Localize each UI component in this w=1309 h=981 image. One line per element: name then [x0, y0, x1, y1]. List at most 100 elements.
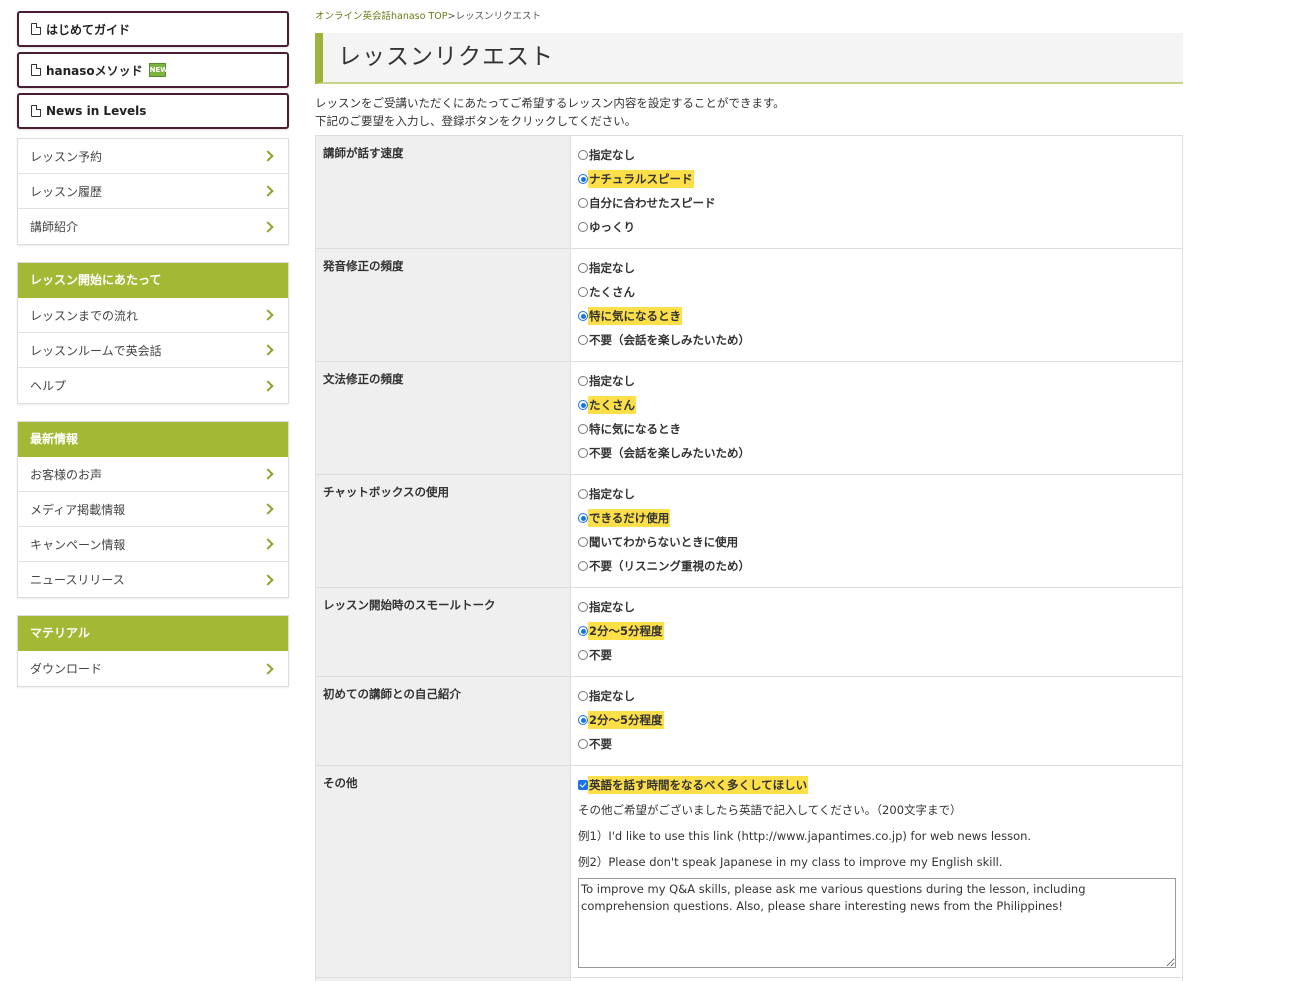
- radio-button[interactable]: [578, 448, 588, 458]
- sidebar-item-lesson-history[interactable]: レッスン履歴: [18, 174, 288, 209]
- guide-button-method[interactable]: hanasoメソッド NEW: [17, 52, 289, 88]
- lesson-request-form: 講師が話す速度 指定なし ナチュラルスピード 自分に合わせたスピード ゆっくり 発音修正の…: [315, 135, 1183, 981]
- radio-button-selected[interactable]: [578, 513, 588, 523]
- sidebar-group-getting-started: レッスン開始にあたって レッスンまでの流れ レッスンルームで英会話 ヘルプ: [17, 262, 289, 404]
- radio-option[interactable]: 指定なし: [578, 369, 1176, 393]
- radio-button[interactable]: [578, 561, 588, 571]
- checkbox-checked[interactable]: [578, 780, 588, 790]
- form-row-label: チャットボックスの使用: [315, 474, 571, 588]
- form-row-fields: 指定なしできるだけ使用 聞いてわからないときに使用 不要（リスニング重視のため）: [570, 474, 1183, 588]
- form-row-fields: 指定なしナチュラルスピード自分に合わせたスピードゆっくり: [570, 135, 1183, 249]
- radio-label: ゆっくり: [589, 220, 635, 234]
- radio-button[interactable]: [578, 335, 588, 345]
- radio-option[interactable]: 自分に合わせたスピード: [578, 191, 1176, 215]
- radio-option[interactable]: できるだけ使用: [578, 506, 1176, 530]
- sidebar-item-help[interactable]: ヘルプ: [18, 368, 288, 403]
- form-row-label: 講師が話す速度: [315, 135, 571, 249]
- sidebar-group-title: マテリアル: [18, 616, 288, 651]
- chevron-right-icon: [262, 309, 274, 321]
- sidebar-item-label: レッスン予約: [30, 149, 103, 164]
- sidebar-item-media[interactable]: メディア掲載情報: [18, 492, 288, 527]
- radio-button-selected[interactable]: [578, 311, 588, 321]
- guide-button-news-in-levels[interactable]: News in Levels: [17, 93, 289, 129]
- radio-label: ナチュラルスピード: [588, 170, 694, 188]
- radio-label: 指定なし: [589, 487, 635, 501]
- checkbox-option[interactable]: 英語を話す時間をなるべく多くしてほしい: [578, 773, 1176, 797]
- radio-option[interactable]: 指定なし: [578, 256, 1176, 280]
- breadcrumb-home-link[interactable]: オンライン英会話hanaso TOP: [315, 11, 447, 22]
- radio-button-selected[interactable]: [578, 626, 588, 636]
- guide-button-hajimete[interactable]: はじめてガイド: [17, 11, 289, 47]
- radio-button[interactable]: [578, 376, 588, 386]
- sidebar-group-news: 最新情報 お客様のお声 メディア掲載情報 キャンペーン情報 ニュースリリース: [17, 421, 289, 598]
- sidebar-item-lesson-room[interactable]: レッスンルームで英会話: [18, 333, 288, 368]
- radio-option[interactable]: 2分〜5分程度: [578, 619, 1176, 643]
- radio-button[interactable]: [578, 739, 588, 749]
- chevron-right-icon: [262, 344, 274, 356]
- radio-option[interactable]: 特に気になるとき: [578, 417, 1176, 441]
- radio-label: 不要（会話を楽しみたいため）: [589, 446, 750, 460]
- radio-option[interactable]: 指定なし: [578, 482, 1176, 506]
- radio-button-selected[interactable]: [578, 400, 588, 410]
- radio-button[interactable]: [578, 150, 588, 160]
- radio-option[interactable]: 指定なし: [578, 595, 1176, 619]
- radio-option[interactable]: たくさん: [578, 393, 1176, 417]
- radio-option[interactable]: ゆっくり: [578, 215, 1176, 239]
- radio-button[interactable]: [578, 650, 588, 660]
- radio-option[interactable]: 不要（会話を楽しみたいため）: [578, 328, 1176, 352]
- radio-button[interactable]: [578, 691, 588, 701]
- form-row-fields: 指定なし たくさん 特に気になるとき不要（会話を楽しみたいため）: [570, 361, 1183, 475]
- sidebar-item-download[interactable]: ダウンロード: [18, 651, 288, 686]
- form-row: 初めての講師との自己紹介 指定なし 2分〜5分程度 不要: [315, 676, 1183, 766]
- radio-button-selected[interactable]: [578, 174, 588, 184]
- radio-option[interactable]: 2分〜5分程度: [578, 708, 1176, 732]
- guide-label: はじめてガイド: [46, 22, 131, 37]
- document-icon: [31, 105, 41, 117]
- sidebar-item-lesson-booking[interactable]: レッスン予約: [18, 139, 288, 174]
- form-row-fields: 指定なし 2分〜5分程度不要: [570, 587, 1183, 677]
- radio-button[interactable]: [578, 602, 588, 612]
- form-row-fields: 英語を話す時間をなるべく多くしてほしい その他ご希望がございましたら英語で記入し…: [570, 765, 1183, 978]
- sidebar-item-voices[interactable]: お客様のお声: [18, 457, 288, 492]
- radio-option[interactable]: ナチュラルスピード: [578, 167, 1176, 191]
- radio-button[interactable]: [578, 537, 588, 547]
- sidebar-item-lesson-flow[interactable]: レッスンまでの流れ: [18, 298, 288, 333]
- radio-button[interactable]: [578, 489, 588, 499]
- form-row: 文法修正の頻度 指定なし たくさん 特に気になるとき不要（会話を楽しみたいため）: [315, 361, 1183, 475]
- sidebar-item-label: キャンペーン情報: [30, 537, 126, 552]
- radio-label: 2分〜5分程度: [588, 622, 664, 640]
- chevron-right-icon: [262, 538, 274, 550]
- radio-label: 指定なし: [589, 689, 635, 703]
- radio-option[interactable]: 不要: [578, 643, 1176, 667]
- sidebar: はじめてガイド hanasoメソッド NEW News in Levels レッ…: [17, 11, 289, 704]
- sidebar-menu: レッスン予約 レッスン履歴 講師紹介: [17, 138, 289, 245]
- radio-option[interactable]: 不要（会話を楽しみたいため）: [578, 441, 1176, 465]
- sidebar-item-label: レッスン履歴: [30, 184, 103, 199]
- radio-button[interactable]: [578, 198, 588, 208]
- radio-option[interactable]: 特に気になるとき: [578, 304, 1176, 328]
- sidebar-item-label: ダウンロード: [30, 662, 103, 676]
- radio-option[interactable]: たくさん: [578, 280, 1176, 304]
- sidebar-item-label: メディア掲載情報: [30, 502, 126, 517]
- radio-option[interactable]: 聞いてわからないときに使用: [578, 530, 1176, 554]
- radio-option[interactable]: 不要（リスニング重視のため）: [578, 554, 1176, 578]
- radio-button[interactable]: [578, 263, 588, 273]
- radio-option[interactable]: 指定なし: [578, 684, 1176, 708]
- sidebar-item-label: ヘルプ: [30, 379, 67, 393]
- radio-option[interactable]: 指定なし: [578, 143, 1176, 167]
- sidebar-item-campaign[interactable]: キャンペーン情報: [18, 527, 288, 562]
- sidebar-item-tutors[interactable]: 講師紹介: [18, 209, 288, 244]
- radio-option[interactable]: 不要: [578, 732, 1176, 756]
- radio-button-selected[interactable]: [578, 715, 588, 725]
- radio-label: 指定なし: [589, 261, 635, 275]
- other-requests-textarea[interactable]: [578, 878, 1176, 968]
- sidebar-item-news-release[interactable]: ニュースリリース: [18, 562, 288, 597]
- form-row-label: 発音修正の頻度: [315, 248, 571, 362]
- radio-label: 指定なし: [589, 600, 635, 614]
- radio-button[interactable]: [578, 287, 588, 297]
- radio-button[interactable]: [578, 424, 588, 434]
- radio-label: 特に気になるとき: [588, 307, 682, 325]
- radio-button[interactable]: [578, 222, 588, 232]
- chevron-right-icon: [262, 185, 274, 197]
- form-row-label: 文法修正の頻度: [315, 361, 571, 475]
